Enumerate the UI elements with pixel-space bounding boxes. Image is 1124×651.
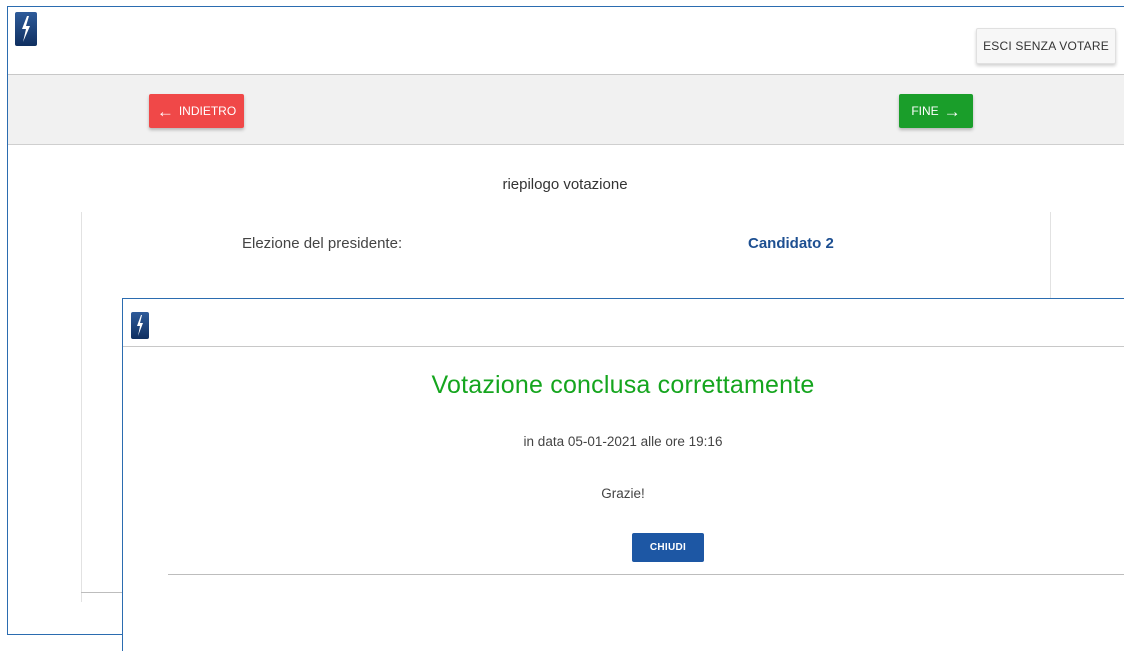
exit-without-voting-button[interactable]: ESCI SENZA VOTARE — [976, 28, 1116, 64]
end-button[interactable]: FINE → — [899, 94, 973, 128]
back-button[interactable]: ← INDIETRO — [149, 94, 244, 128]
thanks-text: Grazie! — [601, 486, 645, 501]
selected-candidate: Candidato 2 — [748, 235, 834, 252]
vote-date-text: in data 05-01-2021 alle ore 19:16 — [523, 434, 723, 449]
dialog-title: Votazione conclusa correttamente — [431, 371, 815, 399]
close-button[interactable]: CHIUDI — [632, 533, 704, 562]
navigation-bar: ← INDIETRO FINE → — [8, 75, 1124, 145]
lightning-bolt-logo-icon — [131, 312, 149, 339]
arrow-right-icon: → — [943, 101, 961, 121]
election-label: Elezione del presidente: — [242, 235, 403, 252]
arrow-left-icon: ← — [156, 101, 174, 121]
confirmation-dialog: Votazione conclusa correttamente in data… — [122, 298, 1124, 651]
dialog-header — [123, 299, 1124, 347]
end-button-label: FINE — [911, 104, 939, 118]
summary-title: riepilogo votazione — [502, 176, 628, 193]
lightning-bolt-logo-icon — [15, 12, 37, 46]
back-button-label: INDIETRO — [178, 104, 237, 118]
top-bar: ESCI SENZA VOTARE — [8, 7, 1124, 75]
dialog-divider — [168, 574, 1124, 575]
